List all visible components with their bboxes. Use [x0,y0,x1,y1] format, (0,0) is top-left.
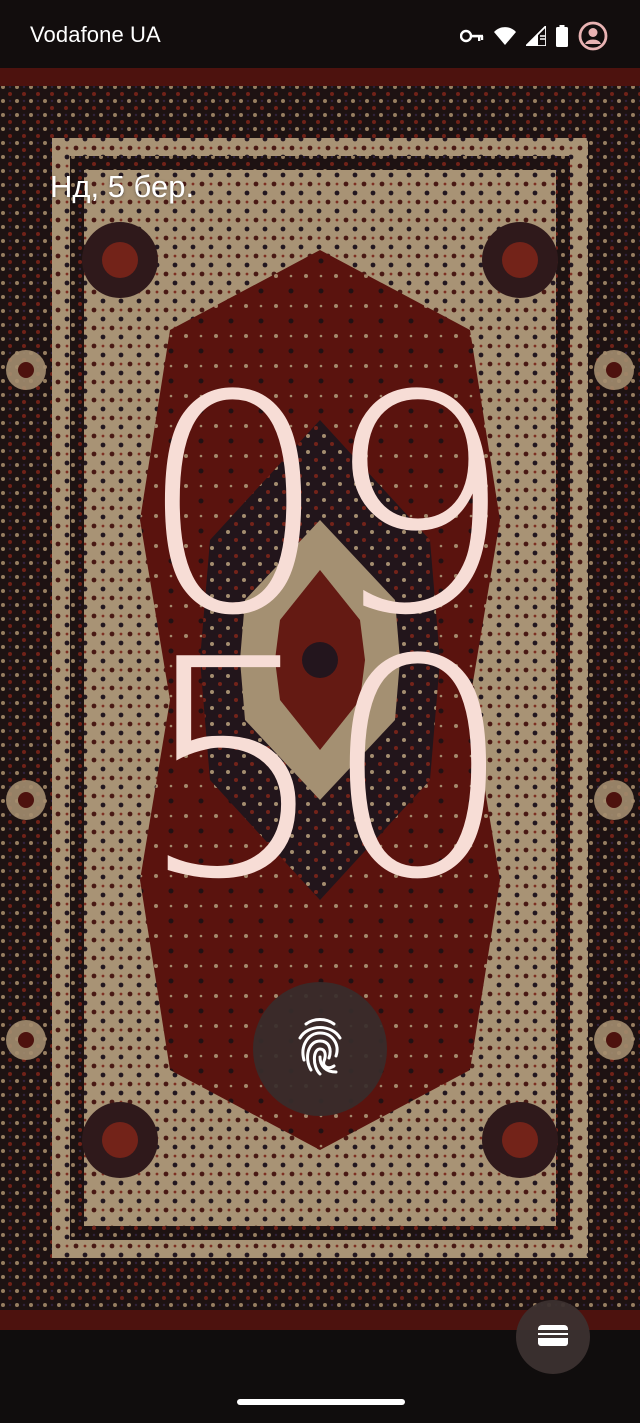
clock-minutes: 50 [138,596,514,945]
vpn-key-icon [460,29,484,43]
status-icons [460,20,608,52]
cellular-signal-icon [526,26,546,46]
fingerprint-unlock-button[interactable] [253,982,387,1116]
fingerprint-icon [296,1016,344,1083]
wallet-button[interactable] [516,1300,590,1374]
carrier-label: Vodafone UA [30,22,161,47]
gesture-navigation-handle[interactable] [237,1399,405,1405]
wifi-icon [494,27,516,45]
lock-screen-clock: 09 50 [0,357,640,945]
wallet-icon [537,1323,569,1352]
lock-screen-date: Нд, 5 бер. [50,169,195,204]
status-bar[interactable]: Vodafone UA [0,0,640,70]
account-icon[interactable] [578,21,608,51]
battery-icon [556,25,568,47]
